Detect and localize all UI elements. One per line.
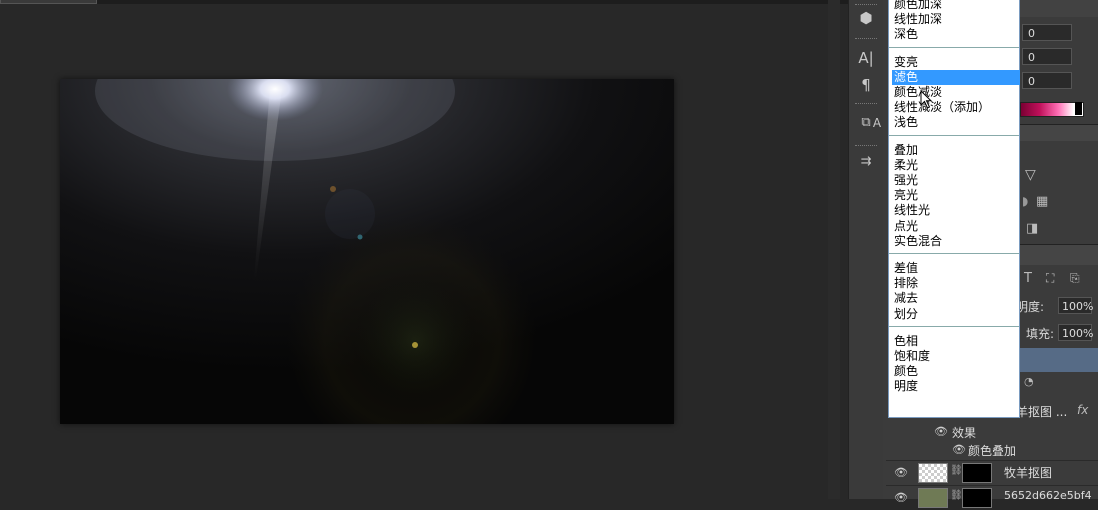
- link-icon[interactable]: ⛓: [950, 465, 963, 476]
- blend-mode-option[interactable]: 滤色: [892, 69, 1020, 85]
- paragraph-icon[interactable]: ¶: [853, 73, 879, 97]
- opacity-input[interactable]: 100%: [1058, 297, 1093, 314]
- blend-mode-separator: [889, 253, 1019, 256]
- panel-grip[interactable]: [855, 103, 877, 106]
- fill-input[interactable]: 100%: [1058, 324, 1093, 341]
- blend-mode-option[interactable]: 变亮: [892, 55, 1020, 70]
- eye-icon[interactable]: 👁: [934, 425, 948, 438]
- blend-mode-option[interactable]: 浅色: [892, 115, 1020, 130]
- layer-thumbnail: [918, 463, 948, 483]
- blend-mode-option[interactable]: 柔光: [892, 158, 1020, 173]
- eye-icon[interactable]: 👁: [894, 491, 908, 504]
- fill-label: 填充:: [1026, 327, 1055, 341]
- fx-icon[interactable]: fx: [1077, 403, 1088, 417]
- blend-mode-option[interactable]: 点光: [892, 219, 1020, 234]
- blend-mode-option[interactable]: 深色: [892, 27, 1020, 42]
- blend-mode-option[interactable]: 线性加深: [892, 12, 1020, 27]
- panel-tab-header: [1020, 0, 1098, 17]
- selected-layer-highlight[interactable]: [1020, 348, 1098, 372]
- blend-mode-option[interactable]: 颜色: [892, 364, 1020, 379]
- grid-icon[interactable]: ▦: [1036, 194, 1048, 209]
- panel-header: [1020, 125, 1098, 141]
- blend-mode-option[interactable]: 亮光: [892, 188, 1020, 203]
- blend-mode-option[interactable]: 减去: [892, 291, 1020, 306]
- panel-grip[interactable]: [855, 38, 877, 41]
- 3d-cube-icon[interactable]: ⬢: [853, 6, 879, 30]
- layer-mask-thumbnail: [962, 463, 992, 483]
- effects-label: 效果: [952, 426, 977, 440]
- shape-icon[interactable]: ◗: [1022, 194, 1028, 208]
- blend-mode-option[interactable]: 强光: [892, 173, 1020, 188]
- blend-mode-option[interactable]: 叠加: [892, 143, 1020, 158]
- effect-color-overlay[interactable]: 颜色叠加: [968, 442, 1016, 459]
- layers-panel-header: [1020, 245, 1098, 265]
- blend-mode-option[interactable]: 线性光: [892, 203, 1020, 218]
- image-canvas[interactable]: [60, 79, 674, 424]
- blend-mode-option[interactable]: 线性减淡（添加）: [892, 100, 1020, 115]
- blend-mode-option[interactable]: 明度: [892, 379, 1020, 394]
- workspace-scrollbar[interactable]: [828, 0, 840, 499]
- blend-mode-option[interactable]: 颜色减淡: [892, 85, 1020, 100]
- blend-mode-option[interactable]: 排除: [892, 276, 1020, 291]
- blend-mode-option[interactable]: 划分: [892, 307, 1020, 322]
- value-field-1[interactable]: 0: [1022, 24, 1072, 41]
- value-field-2[interactable]: 0: [1022, 48, 1072, 65]
- blend-mode-option[interactable]: 实色混合: [892, 234, 1020, 249]
- triangle-down-icon[interactable]: ▽: [1025, 167, 1036, 183]
- panel-grip[interactable]: [855, 145, 877, 148]
- layer-thumbnail: [918, 488, 948, 508]
- blend-mode-separator: [889, 325, 1019, 329]
- document-tab[interactable]: [0, 0, 97, 4]
- layer-expand-icon[interactable]: ◔: [1024, 375, 1034, 388]
- blend-mode-option[interactable]: 颜色加深: [892, 0, 1020, 12]
- blend-mode-dropdown-list[interactable]: 颜色加深 线性加深 深色变亮 滤色 颜色减淡 线性减淡（添加） 浅色叠加 柔光 强光 亮光 线性光点…: [888, 0, 1020, 418]
- document-tab-strip[interactable]: [0, 0, 848, 4]
- character-icon[interactable]: A|: [853, 46, 879, 70]
- value-field-3[interactable]: 0: [1022, 72, 1072, 89]
- layer-row[interactable]: 👁 ⛓ 牧羊抠图: [886, 460, 1098, 485]
- blend-mode-separator: [889, 46, 1019, 50]
- gradient-end-swatch: [1075, 102, 1082, 115]
- paragraph-style-icon[interactable]: ⇉: [853, 150, 879, 174]
- blend-mode-option[interactable]: 饱和度: [892, 349, 1020, 364]
- blend-mode-option[interactable]: 色相: [892, 334, 1020, 349]
- lens-flare-image: [60, 79, 674, 424]
- type-filter-icon[interactable]: T: [1024, 271, 1032, 286]
- mouse-cursor-icon: [920, 90, 933, 109]
- panel-tool-strip: ⬢ A| ¶ ⧉ A ⇉: [848, 0, 884, 499]
- eye-icon[interactable]: 👁: [952, 443, 966, 456]
- layer-name: 牧羊抠图: [1004, 466, 1053, 480]
- blend-mode-separator: [889, 134, 1019, 138]
- shape-filter-icon[interactable]: ⛶: [1046, 271, 1054, 286]
- layer-row[interactable]: 👁 ⛓ 5652d662e5bf4: [886, 485, 1098, 510]
- layer-name: 5652d662e5bf4: [1004, 489, 1092, 502]
- eye-icon[interactable]: 👁: [894, 466, 908, 479]
- layer-mask-thumbnail: [962, 488, 992, 508]
- blend-mode-option[interactable]: 差值: [892, 261, 1020, 276]
- link-icon[interactable]: ⛓: [950, 490, 963, 501]
- smart-object-filter-icon[interactable]: ⎘: [1070, 271, 1080, 286]
- mask-icon[interactable]: ◨: [1026, 221, 1038, 236]
